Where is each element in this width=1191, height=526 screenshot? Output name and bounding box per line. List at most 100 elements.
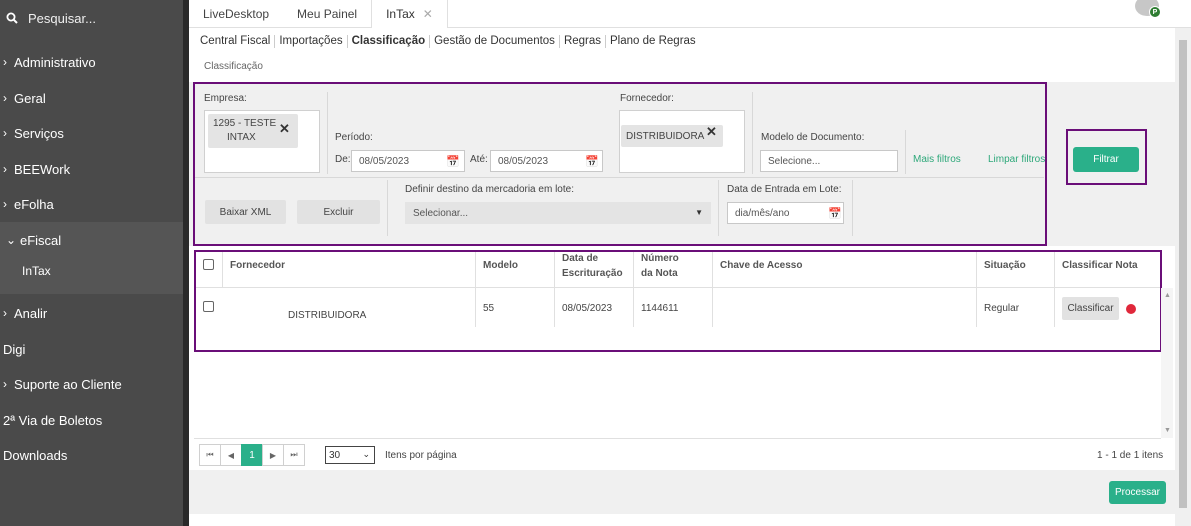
avatar[interactable]: P: [1135, 0, 1161, 18]
footer-spacer: [189, 514, 1175, 526]
sidebar-item-efolha[interactable]: › eFolha: [0, 189, 183, 219]
search-placeholder: Pesquisar...: [28, 10, 96, 26]
col-chave-acesso[interactable]: Chave de Acesso: [720, 259, 802, 273]
sidebar-item-label: Serviços: [14, 125, 64, 141]
top-tabs: LiveDesktop Meu Painel InTax ✕ P: [189, 0, 1191, 28]
chevron-right-icon: ›: [3, 91, 7, 105]
chevron-right-icon: ›: [3, 377, 7, 391]
sidebar: Pesquisar... › Administrativo › Geral › Ser…: [0, 0, 183, 526]
status-dot: [1126, 304, 1136, 314]
col-divider: [554, 252, 555, 327]
col-divider: [475, 252, 476, 327]
tab-label: Meu Painel: [297, 7, 358, 21]
col-data-escrituracao-2[interactable]: Escrituração: [562, 267, 623, 281]
table-scrollbar[interactable]: ▲ ▼: [1161, 288, 1173, 438]
pager-summary: 1 - 1 de 1 itens: [1097, 450, 1164, 461]
subtab-importacoes[interactable]: Importações: [275, 34, 348, 48]
subnav: Central Fiscal Importações Classificação…: [189, 28, 1191, 54]
sidebar-item-label: Suporte ao Cliente: [14, 376, 122, 392]
scroll-thumb[interactable]: [1179, 40, 1187, 508]
chevron-right-icon: ›: [3, 306, 7, 320]
main-content: LiveDesktop Meu Painel InTax ✕ P Central …: [189, 0, 1191, 526]
sidebar-subitem-intax[interactable]: InTax: [22, 264, 51, 278]
avatar-badge: P: [1149, 6, 1161, 18]
process-button[interactable]: Processar: [1109, 481, 1166, 504]
tab-meu-painel[interactable]: Meu Painel: [283, 0, 371, 28]
sidebar-item-efiscal[interactable]: ⌄ eFiscal: [0, 225, 183, 255]
chevron-right-icon: ›: [3, 197, 7, 211]
col-classificar[interactable]: Classificar Nota: [1062, 259, 1138, 273]
scroll-down-icon[interactable]: ▼: [1164, 427, 1171, 434]
sidebar-search[interactable]: Pesquisar...: [0, 0, 183, 36]
subtab-classificacao[interactable]: Classificação: [348, 34, 431, 48]
breadcrumb: Classificação: [204, 61, 263, 72]
chevron-down-icon: ⌄: [6, 233, 17, 247]
select-all-checkbox[interactable]: [203, 259, 214, 270]
sidebar-item-downloads[interactable]: Downloads: [0, 440, 183, 470]
tab-label: InTax: [386, 7, 415, 21]
subtab-regras[interactable]: Regras: [560, 34, 607, 48]
chevron-right-icon: ›: [3, 55, 7, 69]
per-page-value: 30: [329, 449, 341, 461]
highlight-filter-button: [1066, 129, 1147, 185]
pagination: ⏮ ◀ 1 ▶ ⏭: [199, 444, 305, 466]
subtab-central-fiscal[interactable]: Central Fiscal: [199, 34, 276, 48]
col-numero-nota-1[interactable]: Número: [641, 252, 679, 266]
col-fornecedor[interactable]: Fornecedor: [230, 259, 285, 273]
sidebar-item-label: eFolha: [14, 196, 54, 212]
col-divider: [1054, 252, 1055, 327]
sidebar-item-servicos[interactable]: › Serviços: [0, 118, 183, 148]
sidebar-item-label: eFiscal: [20, 232, 62, 248]
sidebar-item-administrativo[interactable]: › Administrativo: [0, 47, 183, 77]
row-checkbox[interactable]: [203, 301, 214, 312]
col-divider: [712, 252, 713, 327]
sidebar-item-label: Administrativo: [14, 54, 96, 70]
col-divider: [976, 252, 977, 327]
scroll-up-icon[interactable]: ▲: [1164, 292, 1171, 299]
page-scrollbar[interactable]: [1175, 28, 1191, 526]
cell-data: 08/05/2023: [562, 303, 613, 314]
chevron-right-icon: ›: [3, 126, 7, 140]
col-modelo[interactable]: Modelo: [483, 259, 518, 273]
chevron-down-icon: ⌄: [362, 449, 370, 459]
cell-fornecedor: DISTRIBUIDORA: [288, 310, 367, 321]
highlight-filters: [193, 82, 1047, 246]
cell-situacao: Regular: [984, 303, 1020, 314]
sidebar-item-label: Digi: [3, 341, 26, 357]
per-page-select[interactable]: 30 ⌄: [325, 446, 375, 464]
sidebar-item-suporte[interactable]: › Suporte ao Cliente: [0, 369, 183, 399]
page-button[interactable]: 1: [241, 444, 263, 466]
tab-livedesktop[interactable]: LiveDesktop: [189, 0, 283, 28]
close-icon[interactable]: ✕: [423, 7, 433, 21]
first-page-button[interactable]: ⏮: [199, 444, 221, 466]
sidebar-item-label: Analir: [14, 305, 48, 321]
sidebar-item-label: BEEWork: [14, 161, 71, 177]
col-divider: [222, 252, 223, 288]
per-page-label: Itens por página: [385, 450, 457, 461]
sidebar-item-label: Downloads: [3, 447, 68, 463]
cell-modelo: 55: [483, 303, 495, 314]
next-page-button[interactable]: ▶: [262, 444, 284, 466]
sidebar-item-geral[interactable]: › Geral: [0, 83, 183, 113]
cell-numero: 1144611: [641, 303, 679, 314]
chevron-right-icon: ›: [3, 162, 7, 176]
sidebar-item-analir[interactable]: › Analir: [0, 298, 183, 328]
footer-bar: [189, 470, 1175, 514]
col-situacao[interactable]: Situação: [984, 259, 1026, 273]
tab-intax[interactable]: InTax ✕: [371, 0, 448, 28]
search-icon: [6, 12, 18, 24]
sidebar-item-label: 2ª Via de Boletos: [3, 412, 103, 428]
sidebar-item-beework[interactable]: › BEEWork: [0, 154, 183, 184]
last-page-button[interactable]: ⏭: [283, 444, 305, 466]
col-numero-nota-2[interactable]: da Nota: [641, 267, 678, 281]
sidebar-item-digi[interactable]: Digi: [0, 334, 183, 364]
subtab-plano-regras[interactable]: Plano de Regras: [606, 35, 700, 48]
sidebar-item-label: Geral: [14, 90, 46, 106]
col-data-escrituracao-1[interactable]: Data de: [562, 252, 598, 266]
divider: [194, 438, 1161, 439]
col-divider: [633, 252, 634, 327]
sidebar-item-boletos[interactable]: 2ª Via de Boletos: [0, 405, 183, 435]
subtab-gestao-documentos[interactable]: Gestão de Documentos: [430, 34, 560, 48]
classify-button[interactable]: Classificar: [1062, 297, 1119, 320]
prev-page-button[interactable]: ◀: [220, 444, 242, 466]
